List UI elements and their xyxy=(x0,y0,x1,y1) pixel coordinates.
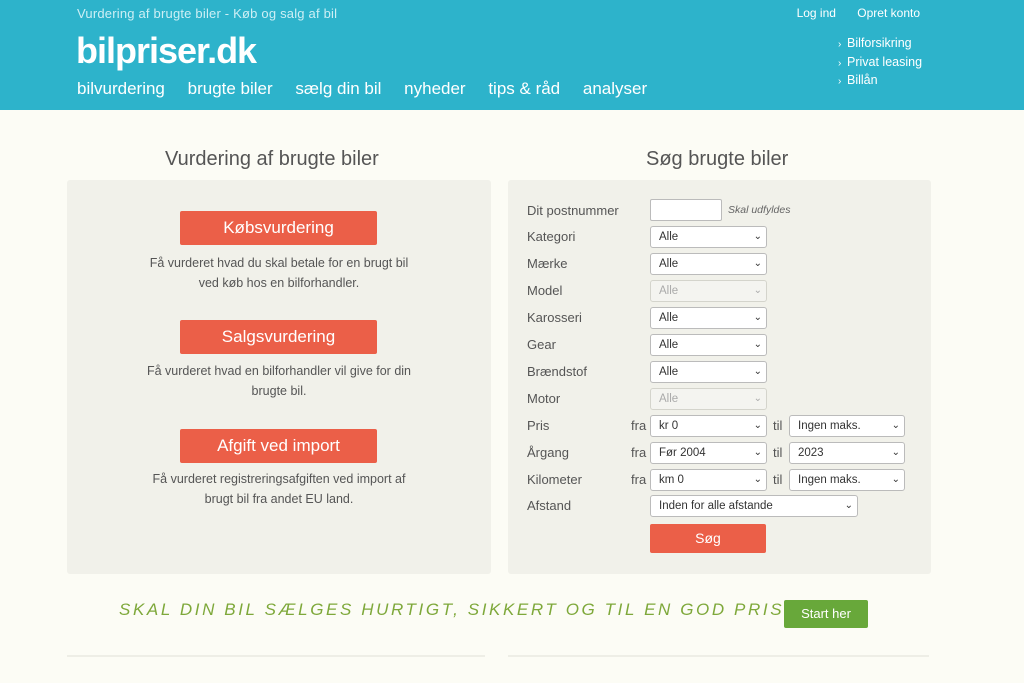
import-tax-desc: Få vurderet registreringsafgiften ved im… xyxy=(152,472,406,506)
motor-select: Alle ⌄ xyxy=(650,388,767,410)
pris-fra-label: fra xyxy=(631,418,647,433)
kategori-label: Kategori xyxy=(527,229,576,244)
chevron-right-icon: › xyxy=(838,39,842,50)
search-button[interactable]: Søg xyxy=(650,524,766,553)
login-link[interactable]: Log ind xyxy=(797,6,836,20)
km-to-select[interactable]: Ingen maks. ⌄ xyxy=(789,469,905,491)
valuation-title: Vurdering af brugte biler xyxy=(165,148,379,170)
chevron-down-icon: ⌄ xyxy=(753,474,762,485)
nav-tips-raad[interactable]: tips & råd xyxy=(488,79,560,98)
nav-saelg-din-bil[interactable]: sælg din bil xyxy=(295,79,381,98)
braendstof-label: Brændstof xyxy=(527,364,587,379)
chevron-down-icon: ⌄ xyxy=(753,420,762,431)
site-tagline: Vurdering af brugte biler - Køb og salg … xyxy=(77,6,338,21)
chevron-down-icon: ⌄ xyxy=(753,312,762,323)
start-here-button[interactable]: Start her xyxy=(784,600,868,628)
nav-bilvurdering[interactable]: bilvurdering xyxy=(77,79,165,98)
karosseri-select[interactable]: Alle ⌄ xyxy=(650,307,767,329)
chevron-down-icon: ⌄ xyxy=(753,366,762,377)
maerke-select[interactable]: Alle ⌄ xyxy=(650,253,767,275)
divider xyxy=(67,655,485,657)
search-title: Søg brugte biler xyxy=(646,148,789,170)
sales-valuation-desc: Få vurderet hvad en bilforhandler vil gi… xyxy=(146,364,412,398)
create-account-link[interactable]: Opret konto xyxy=(857,6,920,20)
postnummer-input[interactable] xyxy=(650,199,722,221)
pris-til-label: til xyxy=(773,418,783,433)
nav-nyheder[interactable]: nyheder xyxy=(404,79,465,98)
sales-valuation-button[interactable]: Salgsvurdering xyxy=(180,320,377,354)
leasing-link[interactable]: › Privat leasing xyxy=(838,54,922,73)
divider xyxy=(508,655,929,657)
pris-to-select[interactable]: Ingen maks. ⌄ xyxy=(789,415,905,437)
postnummer-hint: Skal udfyldes xyxy=(728,204,791,216)
km-from-select[interactable]: km 0 ⌄ xyxy=(650,469,767,491)
chevron-down-icon: ⌄ xyxy=(753,258,762,269)
nav-brugte-biler[interactable]: brugte biler xyxy=(188,79,273,98)
chevron-right-icon: › xyxy=(838,76,842,87)
braendstof-select[interactable]: Alle ⌄ xyxy=(650,361,767,383)
site-header: Vurdering af brugte biler - Køb og salg … xyxy=(0,0,1024,110)
chevron-down-icon: ⌄ xyxy=(891,420,900,431)
chevron-down-icon: ⌄ xyxy=(753,231,762,242)
argang-til-label: til xyxy=(773,445,783,460)
km-label: Kilometer xyxy=(527,472,582,487)
chevron-down-icon: ⌄ xyxy=(753,339,762,350)
argang-label: Årgang xyxy=(527,445,569,460)
chevron-down-icon: ⌄ xyxy=(844,500,853,511)
sell-banner-text: SKAL DIN BIL SÆLGES HURTIGT, SIKKERT OG … xyxy=(119,600,797,619)
import-tax-button[interactable]: Afgift ved import xyxy=(180,429,377,463)
insurance-link[interactable]: › Bilforsikring xyxy=(838,35,922,54)
model-select: Alle ⌄ xyxy=(650,280,767,302)
chevron-down-icon: ⌄ xyxy=(753,393,762,404)
kategori-select[interactable]: Alle ⌄ xyxy=(650,226,767,248)
chevron-down-icon: ⌄ xyxy=(753,447,762,458)
nav-analyser[interactable]: analyser xyxy=(583,79,647,98)
argang-fra-label: fra xyxy=(631,445,647,460)
site-logo[interactable]: bilpriser.dk xyxy=(76,30,257,72)
maerke-label: Mærke xyxy=(527,256,568,271)
motor-label: Motor xyxy=(527,391,561,406)
account-links: Log ind Opret konto xyxy=(779,6,920,20)
pris-from-select[interactable]: kr 0 ⌄ xyxy=(650,415,767,437)
gear-select[interactable]: Alle ⌄ xyxy=(650,334,767,356)
gear-label: Gear xyxy=(527,337,556,352)
km-til-label: til xyxy=(773,472,783,487)
argang-to-select[interactable]: 2023 ⌄ xyxy=(789,442,905,464)
argang-from-select[interactable]: Før 2004 ⌄ xyxy=(650,442,767,464)
model-label: Model xyxy=(527,283,563,298)
purchase-valuation-button[interactable]: Købsvurdering xyxy=(180,211,377,245)
km-fra-label: fra xyxy=(631,472,647,487)
postnummer-label: Dit postnummer xyxy=(527,203,619,218)
afstand-select[interactable]: Inden for alle afstande ⌄ xyxy=(650,495,858,517)
service-links: › Bilforsikring › Privat leasing › Billån xyxy=(838,35,922,91)
main-nav: bilvurdering brugte biler sælg din bil n… xyxy=(77,79,665,99)
loan-link[interactable]: › Billån xyxy=(838,72,922,91)
chevron-down-icon: ⌄ xyxy=(891,447,900,458)
afstand-label: Afstand xyxy=(527,498,572,513)
pris-label: Pris xyxy=(527,418,550,433)
chevron-right-icon: › xyxy=(838,57,842,69)
purchase-valuation-desc: Få vurderet hvad du skal betale for en b… xyxy=(149,256,409,290)
chevron-down-icon: ⌄ xyxy=(753,285,762,296)
karosseri-label: Karosseri xyxy=(527,310,582,325)
chevron-down-icon: ⌄ xyxy=(891,474,900,485)
